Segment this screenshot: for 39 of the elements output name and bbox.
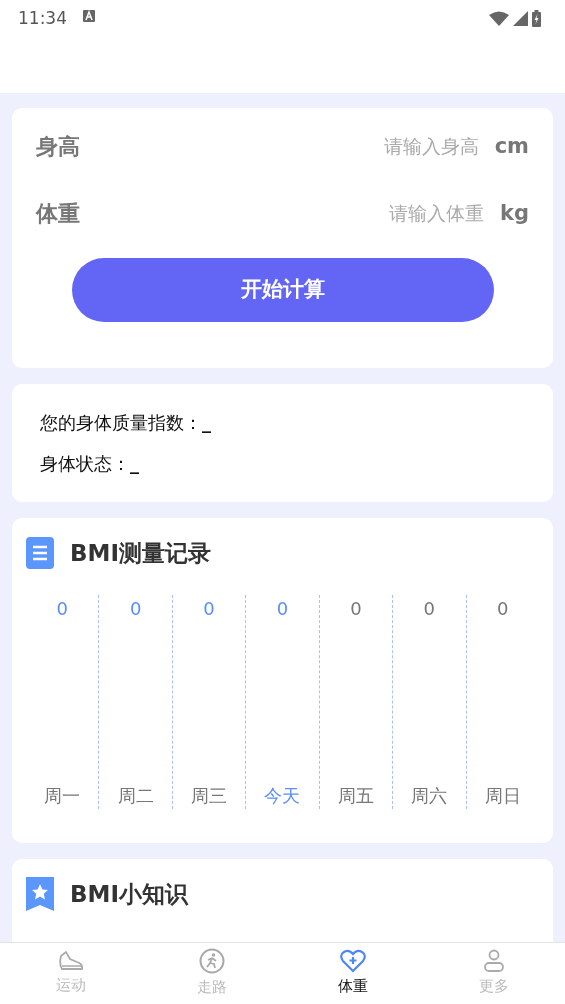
walking-person-icon <box>198 948 225 975</box>
signal-icon <box>513 11 528 26</box>
bookmark-star-icon <box>26 877 54 912</box>
day-label[interactable]: 周三 <box>191 781 228 809</box>
status-time: 11:34 <box>18 7 67 30</box>
day-value: 0 <box>497 596 509 621</box>
section-title: BMI小知识 <box>70 880 188 910</box>
day-label[interactable]: 今天 <box>264 781 301 809</box>
day-value: 0 <box>129 596 142 621</box>
result-value: _ <box>130 452 139 477</box>
list-icon <box>26 537 54 570</box>
calculate-button[interactable]: 开始计算 <box>71 258 494 323</box>
battery-icon <box>532 10 541 27</box>
result-value: _ <box>202 411 211 436</box>
day-value: 0 <box>56 596 68 621</box>
field-label: 体重 <box>36 200 80 229</box>
nav-tab[interactable]: 体重 <box>282 943 424 1004</box>
day-label[interactable]: 周日 <box>484 781 521 809</box>
shoe-icon <box>57 950 84 973</box>
unit-label: cm <box>494 132 529 160</box>
result-label: 身体状态： <box>40 452 130 477</box>
day-value: 0 <box>423 596 436 621</box>
section-title: BMI测量记录 <box>70 539 211 569</box>
input-field[interactable]: 请输入体重 <box>336 198 486 229</box>
day-value: 0 <box>276 596 289 621</box>
day-label[interactable]: 周二 <box>117 781 154 809</box>
unit-label: kg <box>500 199 529 227</box>
heart-plus-icon <box>340 949 367 974</box>
day-value: 0 <box>203 596 215 621</box>
keyboard-icon <box>83 10 95 22</box>
input-field[interactable]: 请输入身高 <box>330 131 481 162</box>
person-icon <box>483 949 506 974</box>
field-label: 身高 <box>36 133 80 162</box>
day-value: 0 <box>350 596 362 621</box>
result-label: 您的身体质量指数： <box>40 411 202 436</box>
day-label[interactable]: 周一 <box>44 781 81 809</box>
wifi-icon <box>489 11 509 26</box>
day-label[interactable]: 周五 <box>337 781 374 809</box>
day-label[interactable]: 周六 <box>411 781 448 809</box>
